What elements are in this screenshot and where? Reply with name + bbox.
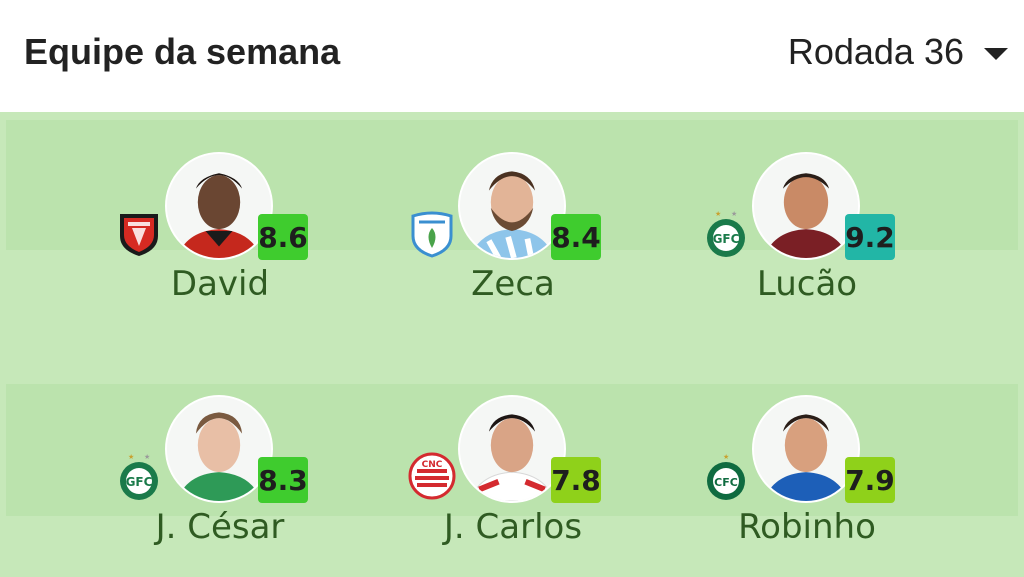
svg-text:★: ★ — [715, 210, 721, 218]
round-dropdown-label: Rodada 36 — [787, 31, 964, 72]
player-card[interactable]: 8.6 David — [100, 152, 340, 327]
vitoria-badge-icon — [120, 214, 158, 256]
page-title: Equipe da semana — [24, 31, 341, 72]
player-card[interactable]: ★ ★ GFC 8.3 J. César — [100, 395, 340, 570]
player-name: Zeca — [471, 264, 555, 304]
svg-text:CFC: CFC — [714, 476, 738, 489]
player-rating: 8.4 — [551, 214, 601, 260]
player-photo — [458, 152, 566, 260]
player-rating: 7.9 — [845, 457, 895, 503]
player-name: David — [170, 264, 270, 304]
player-photo-image — [754, 154, 858, 258]
player-card[interactable]: ★ CFC 7.9 Robinho — [687, 395, 927, 570]
player-photo — [752, 152, 860, 260]
round-dropdown[interactable]: Rodada 36 — [788, 31, 1008, 73]
player-photo — [458, 395, 566, 503]
player-card[interactable]: ★ ★ GFC 9.2 Lucão — [687, 152, 927, 327]
player-name: Robinho — [738, 507, 876, 547]
player-photo — [165, 395, 273, 503]
svg-text:★: ★ — [731, 210, 737, 218]
svg-text:★: ★ — [128, 453, 134, 461]
player-rating: 8.3 — [258, 457, 308, 503]
guarani-badge-icon: ★ ★ GFC — [120, 453, 158, 500]
player-rating: 7.8 — [551, 457, 601, 503]
londrina-badge-icon — [411, 211, 453, 258]
player-name: Lucão — [756, 264, 858, 304]
svg-text:GFC: GFC — [126, 475, 153, 489]
player-photo — [752, 395, 860, 503]
player-rating: 9.2 — [845, 214, 895, 260]
page-header: Equipe da semana Rodada 36 — [0, 0, 1024, 112]
player-photo-image — [754, 397, 858, 501]
player-photo-image — [460, 154, 564, 258]
player-photo — [165, 152, 273, 260]
svg-text:CNC: CNC — [422, 460, 443, 470]
player-photo-image — [167, 397, 271, 501]
player-photo-image — [167, 154, 271, 258]
guarani-badge-icon: ★ ★ GFC — [707, 210, 745, 257]
player-name: J. Carlos — [443, 507, 583, 547]
player-card[interactable]: CNC 7.8 J. Carlos — [393, 395, 633, 570]
player-photo-image — [460, 397, 564, 501]
player-card[interactable]: 8.4 Zeca — [393, 152, 633, 327]
svg-text:GFC: GFC — [713, 232, 740, 246]
nautico-badge-icon: CNC — [408, 452, 456, 500]
pitch: 8.6 David 8.4 Zeca ★ ★ GFC 9.2 Lucão ★ ★… — [0, 112, 1024, 577]
player-rating: 8.6 — [258, 214, 308, 260]
player-name: J. César — [155, 507, 285, 547]
chevron-down-icon — [984, 48, 1008, 60]
coritiba-badge-icon: ★ CFC — [707, 453, 745, 500]
svg-text:★: ★ — [144, 453, 150, 461]
svg-text:★: ★ — [723, 453, 729, 461]
